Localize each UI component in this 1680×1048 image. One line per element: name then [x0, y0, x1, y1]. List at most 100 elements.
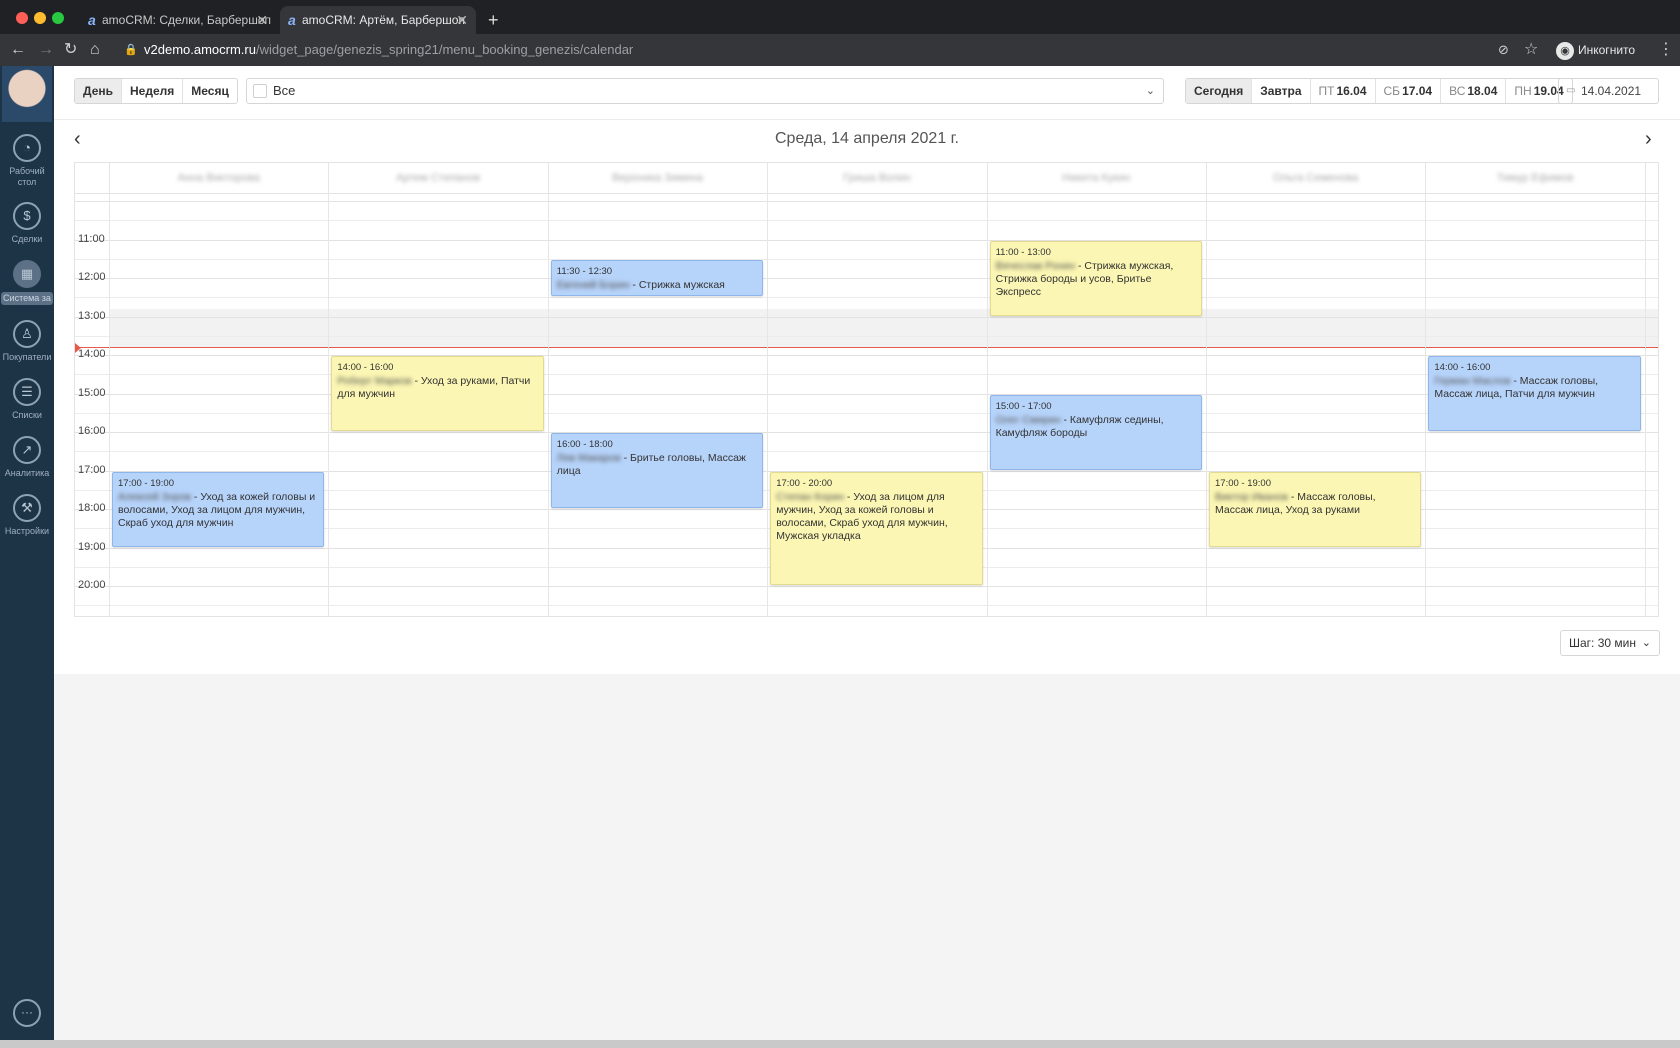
grid-row-line: [75, 586, 1658, 587]
maximize-window-icon[interactable]: [52, 12, 64, 24]
sidebar-item-customers[interactable]: ♙ Покупатели: [0, 320, 54, 363]
tracking-protection-icon[interactable]: ⊘: [1498, 38, 1509, 62]
sidebar-item-booking[interactable]: ▦ Система за: [0, 260, 54, 305]
grid-row-line: [75, 451, 1658, 453]
sidebar-item-label: Аналитика: [4, 468, 50, 478]
today-button[interactable]: Сегодня: [1186, 79, 1253, 103]
chevron-down-icon: ⌄: [1641, 637, 1651, 649]
window-bottom-bar: [0, 1040, 1680, 1048]
grid-row-line: [75, 297, 1658, 299]
event-client: Алексей Зоров: [118, 490, 191, 503]
sidebar-item-dashboard[interactable]: ◔ Рабочий стол: [0, 134, 54, 188]
main-content: День Неделя Месяц Все ⌄ Сегодня Завтра П…: [54, 66, 1680, 674]
date-picker-input[interactable]: ▭ 14.04.2021: [1558, 78, 1659, 104]
next-day-arrow-icon[interactable]: ›: [1645, 128, 1652, 151]
sidebar-item-analytics[interactable]: ↗ Аналитика: [0, 436, 54, 479]
chevron-down-icon: ⌄: [1145, 85, 1155, 97]
date-button-sun[interactable]: ВС 18.04: [1441, 79, 1507, 103]
booking-event[interactable]: 15:00 - 17:00 Олег Смирин - Камуфляж седи…: [989, 394, 1202, 470]
tomorrow-button[interactable]: Завтра: [1252, 79, 1311, 103]
browser-tab-0[interactable]: a amoCRM: Сделки, Барбершоп ✕: [80, 6, 276, 34]
time-label: 13:00: [78, 309, 106, 322]
staff-column-header: Никита Кукин: [1062, 172, 1131, 184]
event-client: Виктор Иванов: [1215, 490, 1288, 503]
quick-date-group: Сегодня Завтра ПТ 16.04 СБ 17.04 ВС 18.04 П…: [1185, 78, 1573, 104]
grid-row-line: [75, 412, 1658, 414]
grid-column-line: [1425, 163, 1427, 616]
menu-dots-icon[interactable]: ⋮: [1658, 38, 1674, 62]
date-button-fri[interactable]: ПТ 16.04: [1311, 79, 1376, 103]
sidebar-item-label: Настройки: [4, 526, 50, 536]
view-week-button[interactable]: Неделя: [122, 79, 184, 103]
avatar[interactable]: [2, 66, 52, 122]
view-month-button[interactable]: Месяц: [183, 79, 237, 103]
event-time: 17:00 - 19:00: [1215, 477, 1271, 489]
tab-title: amoCRM: Артём, Барбершоп: [302, 13, 465, 27]
dollar-icon: $: [13, 202, 41, 230]
date-value: 14.04.2021: [1581, 84, 1642, 98]
chat-icon[interactable]: ···: [13, 999, 41, 1027]
step-label: Шаг: 30 мин: [1569, 636, 1636, 650]
time-label: 18:00: [78, 502, 106, 514]
view-day-button[interactable]: День: [75, 79, 122, 103]
close-window-icon[interactable]: [16, 12, 28, 24]
current-time-line: [75, 347, 1658, 348]
booking-event[interactable]: 14:00 - 16:00 Роберт Марков - Уход за рук…: [331, 356, 544, 431]
grid-column-line: [1206, 163, 1207, 616]
weekday-label: ПТ: [1318, 84, 1335, 98]
sidebar-item-label: Сделки: [11, 234, 43, 244]
sidebar-item-settings[interactable]: ⚒ Настройки: [0, 494, 54, 537]
calendar-grid: Анна Викторова Артем Степанов Вероника Зим…: [74, 162, 1659, 617]
reload-icon[interactable]: ↻: [64, 38, 77, 62]
browser-tab-1[interactable]: a amoCRM: Артём, Барбершоп ✕: [280, 6, 476, 34]
minimize-window-icon[interactable]: [34, 12, 46, 24]
booking-event[interactable]: 17:00 - 19:00 Виктор Иванов - Массаж голо…: [1209, 471, 1422, 547]
amocrm-logo-icon: a: [88, 12, 96, 28]
back-icon[interactable]: ←: [10, 38, 26, 62]
sidebar-item-lists[interactable]: ☰ Списки: [0, 378, 54, 421]
weekday-label: СБ: [1383, 84, 1401, 98]
url-path: /widget_page/genezis_spring21/menu_booki…: [255, 42, 634, 57]
booking-event[interactable]: 14:00 - 16:00 Герман Маслов - Массаж голо…: [1428, 356, 1641, 431]
browser-toolbar: ← → ↻ ⌂ 🔒 v2demo.amocrm.ru/widget_page/g…: [0, 34, 1680, 66]
time-label: 14:00: [78, 348, 106, 360]
forward-icon[interactable]: →: [38, 38, 54, 62]
select-all-checkbox[interactable]: [253, 84, 267, 98]
tab-title: amoCRM: Сделки, Барбершоп: [102, 13, 272, 27]
incognito-indicator[interactable]: ◉ Инкогнито: [1556, 38, 1635, 62]
incognito-label: Инкогнито: [1578, 43, 1636, 57]
date-label: 18.04: [1467, 84, 1498, 98]
booking-event[interactable]: 17:00 - 20:00 Степан Корин - Уход за лицо…: [770, 471, 983, 585]
event-time: 14:00 - 16:00: [1434, 362, 1491, 373]
date-label: 16.04: [1336, 84, 1367, 98]
booking-event[interactable]: 11:00 - 13:00 Вячеслав Ронин - Стрижка му…: [989, 240, 1202, 316]
grid-row-line: [75, 258, 1658, 260]
home-icon[interactable]: ⌂: [90, 38, 100, 62]
time-label: 12:00: [78, 271, 106, 283]
staff-filter-select[interactable]: Все ⌄: [246, 78, 1164, 104]
close-tab-icon[interactable]: ✕: [256, 6, 268, 34]
sidebar-item-label: Списки: [12, 410, 42, 420]
bookmark-star-icon[interactable]: ☆: [1524, 38, 1538, 62]
grid-row-line: [75, 355, 1658, 356]
event-time: 17:00 - 20:00: [776, 477, 833, 489]
booking-event[interactable]: 11:30 - 12:30 Евгений Борин - Стрижка муж…: [550, 259, 764, 297]
grid-row-line: [75, 432, 1658, 433]
close-tab-icon[interactable]: ✕: [456, 6, 468, 34]
grid-row-line: [75, 374, 1658, 376]
date-button-sat[interactable]: СБ 17.04: [1376, 79, 1442, 103]
grid-column-line: [1644, 163, 1646, 616]
staff-column-header: Артем Степанов: [396, 172, 481, 184]
event-client: Герман Маслов: [1434, 375, 1511, 387]
new-tab-icon[interactable]: +: [488, 6, 499, 34]
break-period: [109, 309, 1658, 347]
booking-event[interactable]: 17:00 - 19:00 Алексей Зоров - Уход за кож…: [112, 471, 325, 547]
time-label: 19:00: [78, 540, 106, 553]
grid-row-line: [75, 201, 1658, 202]
event-client: Степан Корин: [776, 490, 845, 503]
event-time: 11:30 - 12:30: [556, 265, 613, 277]
sidebar-item-deals[interactable]: $ Сделки: [0, 202, 54, 245]
booking-event[interactable]: 16:00 - 18:00 Лев Макаров - Бритье головы…: [550, 433, 764, 508]
address-bar[interactable]: 🔒 v2demo.amocrm.ru/widget_page/genezis_s…: [116, 36, 1576, 64]
step-select[interactable]: Шаг: 30 мин ⌄: [1560, 630, 1660, 656]
